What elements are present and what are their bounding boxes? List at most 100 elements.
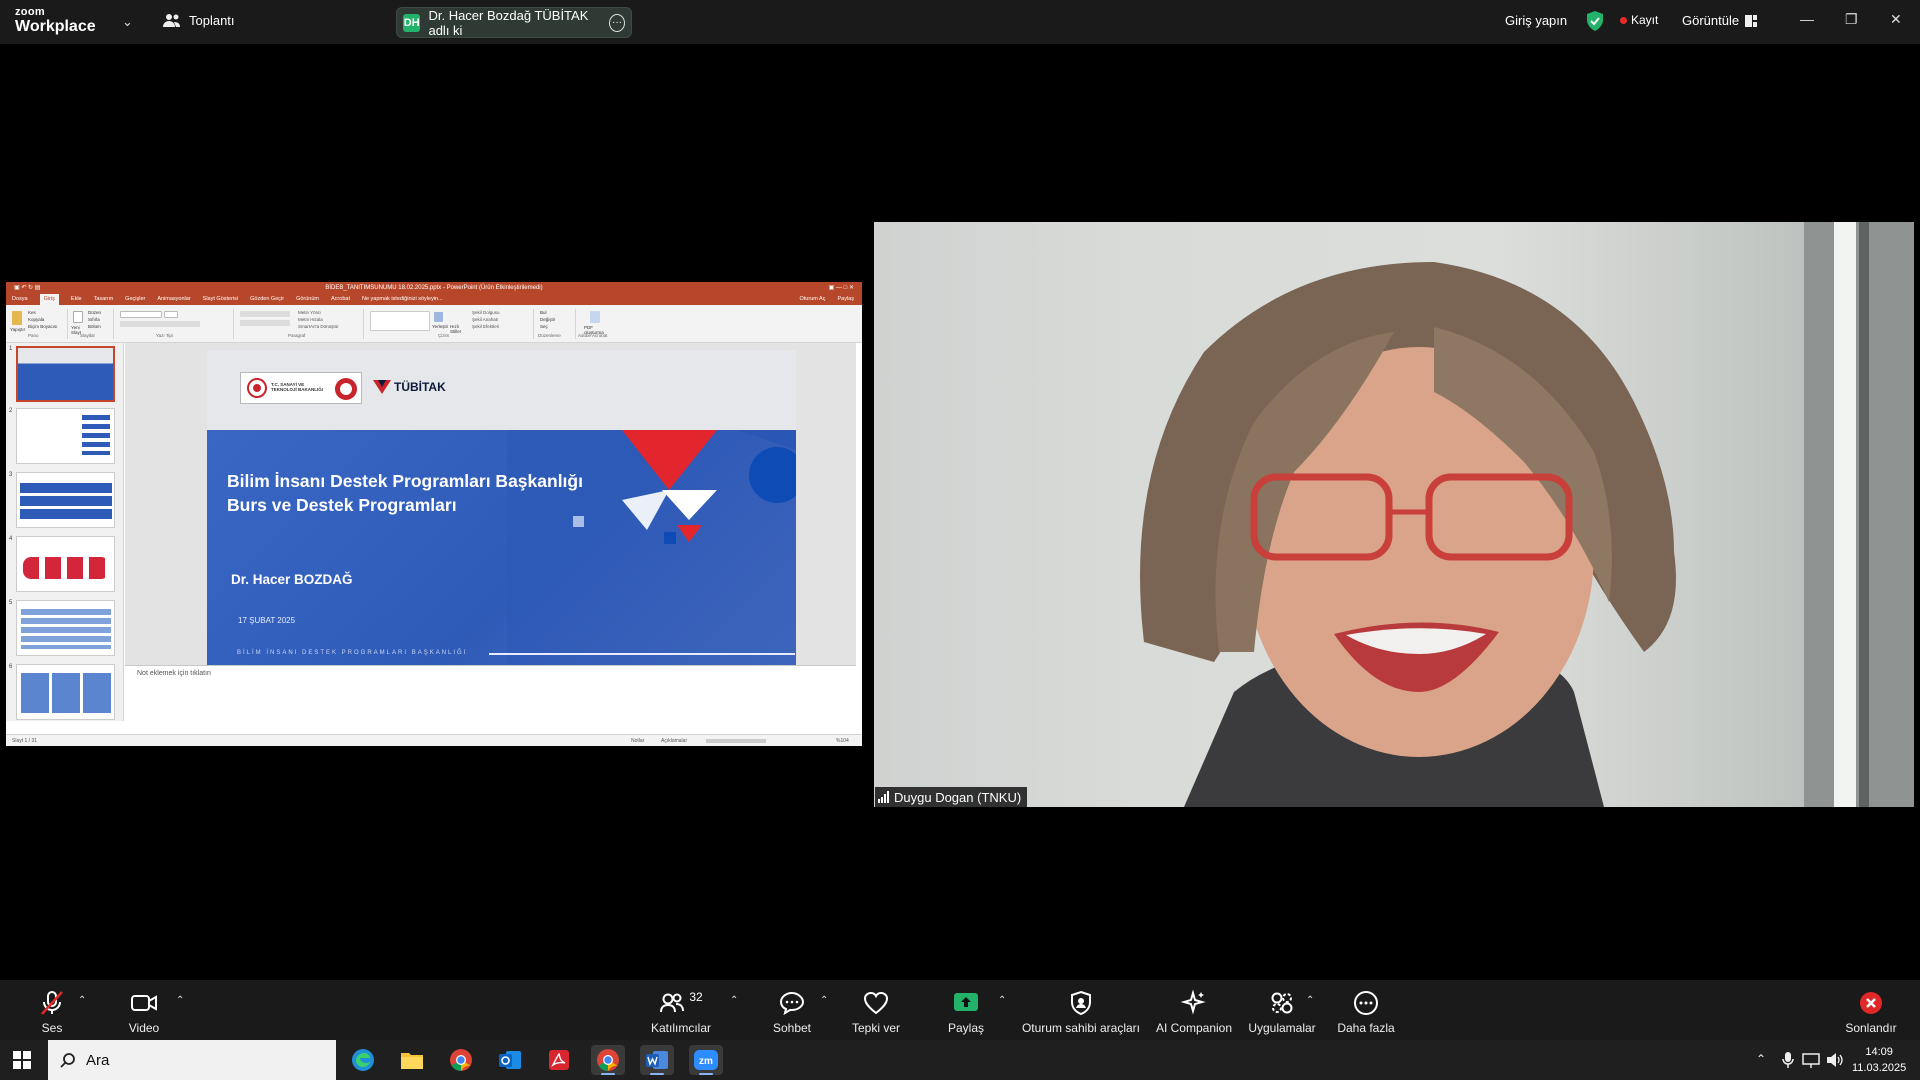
record-indicator[interactable]: Kayıt	[1620, 13, 1658, 27]
tab-ekle[interactable]: Ekle	[71, 294, 82, 305]
volume-icon[interactable]	[1826, 1052, 1844, 1068]
slide-thumbnail[interactable]	[16, 408, 115, 464]
edge-icon[interactable]	[346, 1045, 380, 1075]
taskbar-search-box[interactable]: Ara	[48, 1040, 336, 1080]
shape-effects-label[interactable]: Şekil Efektleri	[472, 324, 499, 329]
zoom-level[interactable]: %104	[836, 735, 849, 746]
close-window-icon[interactable]: ✕	[1890, 11, 1902, 28]
font-format-buttons[interactable]	[120, 321, 200, 327]
participant-video-tile[interactable]	[874, 222, 1914, 807]
slide-thumbnail[interactable]	[16, 536, 115, 592]
shape-fill-label[interactable]: Şekil Dolgusu	[472, 310, 500, 315]
list-buttons[interactable]	[240, 311, 290, 317]
chevron-down-icon[interactable]: ⌄	[122, 14, 133, 30]
windows-start-icon[interactable]	[13, 1051, 31, 1069]
tell-me-box[interactable]: Ne yapmak istediğinizi söyleyin...	[362, 294, 443, 305]
apps-button[interactable]: Uygulamalar	[1246, 980, 1318, 1040]
video-options-chevron-icon[interactable]: ⌃	[176, 995, 184, 1006]
participants-button[interactable]: 32 Katılımcılar	[648, 980, 714, 1040]
title-slide[interactable]: T.C. SANAYİ VE TEKNOLOJİ BAKANLIĞI TÜBİT…	[207, 350, 796, 682]
zoom-slider[interactable]	[706, 739, 766, 743]
layout-label[interactable]: Düzen	[88, 310, 101, 315]
notes-pane[interactable]: Not eklemek için tıklatın	[125, 665, 856, 721]
acrobat-icon[interactable]	[542, 1045, 576, 1075]
share-link[interactable]: Paylaş	[837, 294, 862, 305]
text-direction-label[interactable]: Metin Yönü	[298, 310, 321, 315]
host-tools-button[interactable]: Oturum sahibi araçları	[1020, 980, 1142, 1040]
align-buttons[interactable]	[240, 320, 290, 326]
slide-editing-area[interactable]: T.C. SANAYİ VE TEKNOLOJİ BAKANLIĞI TÜBİT…	[125, 343, 856, 682]
sign-in-link[interactable]: Oturum Aç	[800, 294, 826, 305]
chrome-icon[interactable]	[444, 1045, 478, 1075]
cut-label[interactable]: Kes	[28, 310, 36, 315]
participants-options-chevron-icon[interactable]: ⌃	[730, 995, 738, 1006]
tab-gorunum[interactable]: Görünüm	[296, 294, 319, 305]
reset-label[interactable]: Sıfırla	[88, 317, 100, 322]
section-label[interactable]: Bölüm	[88, 324, 101, 329]
chat-options-chevron-icon[interactable]: ⌃	[820, 995, 828, 1006]
shapes-gallery[interactable]	[370, 311, 430, 331]
share-options-chevron-icon[interactable]: ⌃	[998, 995, 1006, 1006]
react-button[interactable]: Tepki ver	[850, 980, 902, 1040]
create-pdf-icon[interactable]	[590, 311, 600, 323]
font-size-select[interactable]	[164, 311, 178, 318]
ai-companion-button[interactable]: AI Companion	[1152, 980, 1236, 1040]
word-icon[interactable]	[640, 1045, 674, 1075]
outlook-icon[interactable]	[493, 1045, 527, 1075]
apps-options-chevron-icon[interactable]: ⌃	[1306, 995, 1314, 1006]
end-meeting-button[interactable]: Sonlandır	[1840, 980, 1902, 1040]
tab-gecisler[interactable]: Geçişler	[125, 294, 145, 305]
slide-thumbnail[interactable]	[16, 346, 115, 402]
tab-dosya[interactable]: Dosya	[12, 294, 28, 305]
slide-author[interactable]: Dr. Hacer BOZDAĞ	[231, 572, 353, 587]
new-slide-icon[interactable]	[73, 311, 83, 323]
tab-giris[interactable]: Giriş	[39, 294, 59, 305]
copy-label[interactable]: Kopyala	[28, 317, 44, 322]
audio-options-chevron-icon[interactable]: ⌃	[78, 995, 86, 1006]
zoom-icon[interactable]: zm	[689, 1045, 723, 1075]
show-hidden-icons-chevron-icon[interactable]: ⌃	[1756, 1052, 1766, 1066]
comments-toggle[interactable]: Açıklamalar	[661, 735, 687, 746]
minimize-icon[interactable]: —	[1800, 11, 1814, 27]
view-button[interactable]: Görüntüle	[1682, 13, 1758, 28]
slide-title-line1[interactable]: Bilim İnsanı Destek Programları Başkanlı…	[227, 471, 583, 492]
notes-toggle[interactable]: Notlar	[631, 735, 644, 746]
select-label[interactable]: Seç	[540, 324, 548, 329]
audio-button[interactable]: Ses	[28, 980, 76, 1040]
chat-button[interactable]: Sohbet	[766, 980, 818, 1040]
align-text-label[interactable]: Metni Hizala	[298, 317, 323, 322]
security-shield-icon[interactable]	[1586, 11, 1604, 31]
smartart-label[interactable]: SmartArt'a Dönüştür	[298, 324, 339, 329]
sign-in-link[interactable]: Giriş yapın	[1505, 13, 1567, 28]
restore-icon[interactable]: ❐	[1845, 11, 1858, 28]
tab-animasyonlar[interactable]: Animasyonlar	[157, 294, 190, 305]
font-name-select[interactable]	[120, 311, 162, 318]
tab-gozden-gecir[interactable]: Gözden Geçir	[250, 294, 284, 305]
tab-slayt-gosterisi[interactable]: Slayt Gösterisi	[203, 294, 238, 305]
taskbar-clock[interactable]: 14:09 11.03.2025	[1852, 1044, 1906, 1076]
tab-acrobat[interactable]: Acrobat	[331, 294, 350, 305]
slide-thumbnail[interactable]	[16, 664, 115, 720]
find-label[interactable]: Bul	[540, 310, 547, 315]
format-painter-label[interactable]: Biçim Boyacısı	[28, 324, 58, 329]
video-button[interactable]: Video	[118, 980, 170, 1040]
screen-share-indicator[interactable]: DH Dr. Hacer Bozdağ TÜBİTAK adlı ki ···	[396, 7, 632, 38]
more-button[interactable]: Daha fazla	[1334, 980, 1398, 1040]
chrome-profile-icon[interactable]	[591, 1045, 625, 1075]
slide-thumbnail[interactable]	[16, 472, 115, 528]
tab-tasarim[interactable]: Tasarım	[94, 294, 114, 305]
quick-styles-label[interactable]: Hızlı Stiller	[450, 324, 466, 334]
shape-outline-label[interactable]: Şekil Anahatı	[472, 317, 498, 322]
zoom-workplace-logo[interactable]: zoom Workplace	[15, 7, 96, 35]
more-options-icon[interactable]: ···	[609, 13, 625, 32]
slide-date[interactable]: 17 ŞUBAT 2025	[238, 616, 295, 625]
share-screen-button[interactable]: Paylaş	[940, 980, 992, 1040]
replace-label[interactable]: Değiştir	[540, 317, 555, 322]
paste-icon[interactable]	[12, 311, 22, 325]
meeting-menu-button[interactable]: Toplantı	[163, 12, 235, 28]
arrange-icon[interactable]	[434, 312, 443, 322]
microphone-tray-icon[interactable]	[1782, 1052, 1794, 1068]
slide-title-line2[interactable]: Burs ve Destek Programları	[227, 495, 457, 516]
file-explorer-icon[interactable]	[395, 1045, 429, 1075]
slide-thumbnail[interactable]	[16, 600, 115, 656]
